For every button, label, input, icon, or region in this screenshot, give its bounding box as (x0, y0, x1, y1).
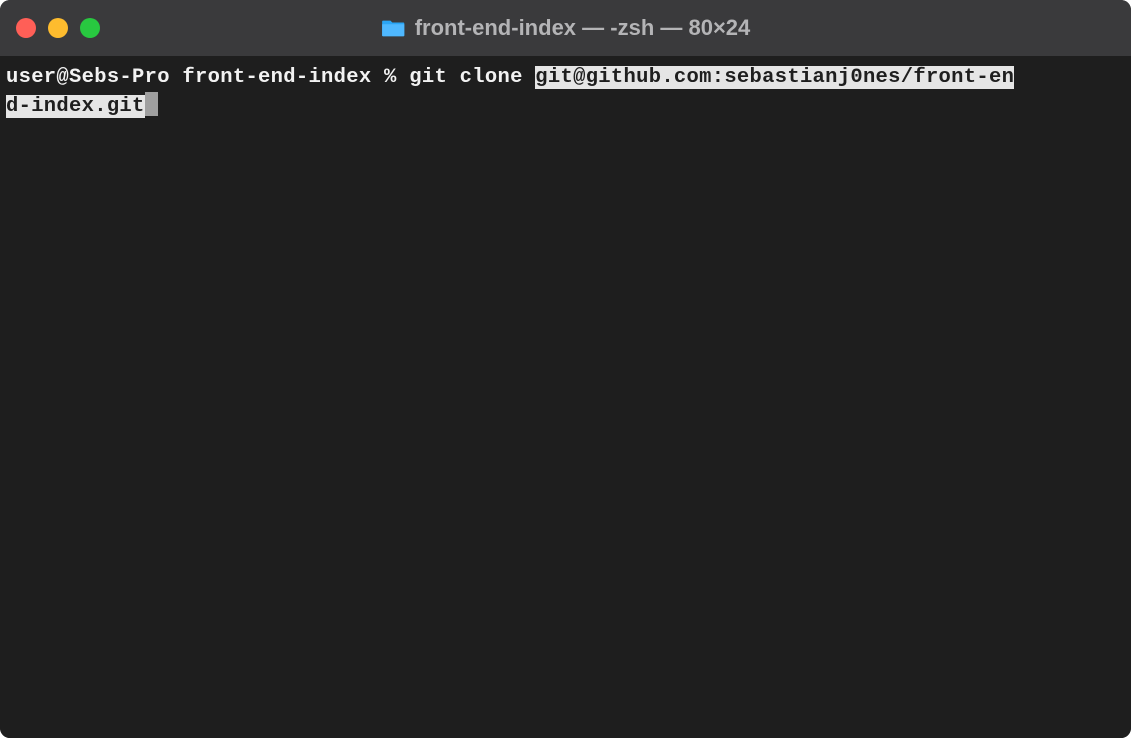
maximize-button[interactable] (80, 18, 100, 38)
terminal-body[interactable]: user@Sebs-Pro front-end-index % git clon… (0, 56, 1131, 738)
terminal-cursor (145, 92, 158, 116)
shell-prompt: user@Sebs-Pro front-end-index % (6, 66, 409, 89)
close-button[interactable] (16, 18, 36, 38)
terminal-window: front-end-index — -zsh — 80×24 user@Sebs… (0, 0, 1131, 738)
selected-text-line2[interactable]: d-index.git (6, 95, 145, 118)
window-title: front-end-index — -zsh — 80×24 (415, 15, 751, 41)
minimize-button[interactable] (48, 18, 68, 38)
terminal-line[interactable]: user@Sebs-Pro front-end-index % git clon… (6, 64, 1125, 121)
command-text: git clone (409, 66, 535, 89)
selected-text-line1[interactable]: git@github.com:sebastianj0nes/front-en (535, 66, 1014, 89)
title-content: front-end-index — -zsh — 80×24 (381, 15, 751, 41)
folder-icon (381, 18, 405, 38)
traffic-lights (16, 18, 100, 38)
titlebar[interactable]: front-end-index — -zsh — 80×24 (0, 0, 1131, 56)
